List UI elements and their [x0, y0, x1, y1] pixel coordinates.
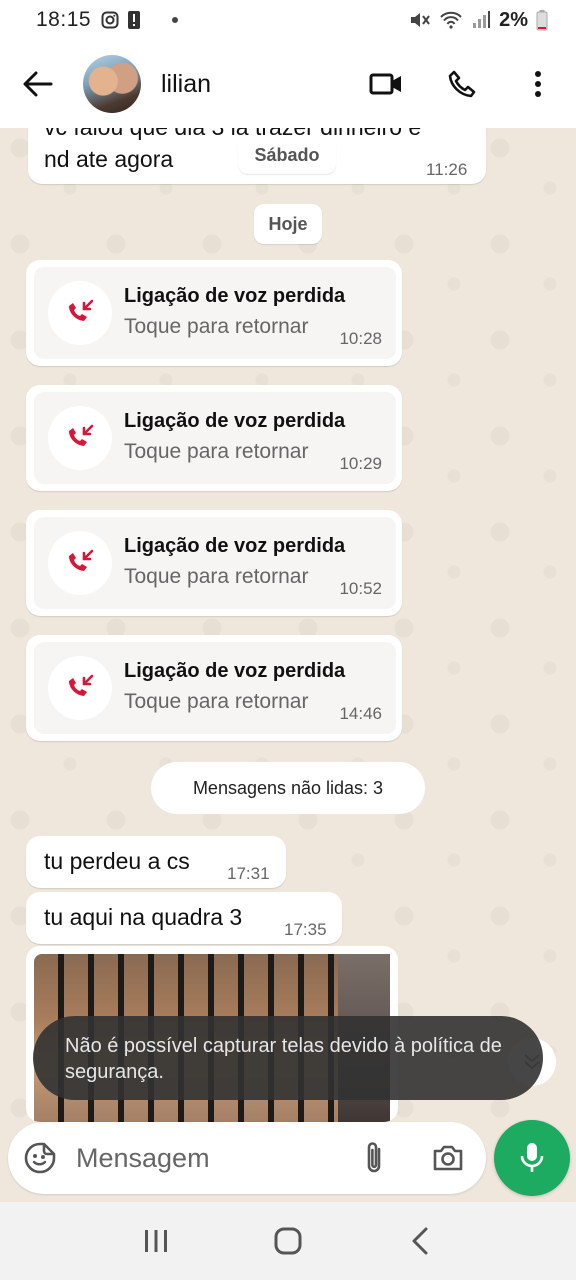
wifi-icon — [439, 10, 463, 30]
alert-icon — [127, 10, 141, 30]
message-bubble[interactable]: tu aqui na quadra 3 17:35 — [26, 892, 342, 944]
status-left-icons — [101, 10, 179, 30]
missed-call-time: 10:28 — [339, 329, 382, 348]
missed-call-bubble-2[interactable]: Ligação de voz perdida Toque para retorn… — [26, 385, 402, 491]
mute-icon — [409, 10, 431, 30]
home-icon — [274, 1227, 302, 1255]
missed-call-title: Ligação de voz perdida — [124, 285, 346, 307]
missed-call-title: Ligação de voz perdida — [124, 410, 346, 432]
contact-avatar[interactable] — [83, 55, 141, 113]
video-call-button[interactable] — [348, 40, 424, 128]
screenshot-blocked-toast: Não é possível capturar telas devido à p… — [33, 1016, 543, 1100]
missed-call-time: 10:29 — [339, 454, 382, 473]
missed-call-subtitle: Toque para retornar — [124, 690, 309, 713]
home-button[interactable] — [258, 1211, 318, 1271]
emoji-button[interactable] — [22, 1140, 58, 1176]
chevron-left-icon — [412, 1227, 428, 1255]
missed-call-icon — [69, 549, 94, 571]
message-bubble[interactable]: tu perdeu a cs 17:31 — [26, 836, 286, 888]
missed-call-subtitle: Toque para retornar — [124, 565, 309, 588]
missed-call-icon-circle — [48, 656, 112, 720]
contact-name[interactable]: lilian — [161, 70, 211, 99]
missed-call-icon-circle — [48, 281, 112, 345]
message-input[interactable] — [76, 1138, 326, 1178]
date-separator-hoje: Hoje — [254, 204, 322, 244]
microphone-icon — [520, 1143, 544, 1172]
message-time: 17:35 — [284, 920, 327, 939]
missed-call-bubble-3[interactable]: Ligação de voz perdida Toque para retorn… — [26, 510, 402, 616]
missed-call-icon-circle — [48, 531, 112, 595]
missed-call-icon-circle — [48, 406, 112, 470]
missed-call-title: Ligação de voz perdida — [124, 535, 346, 557]
recent-apps-button[interactable] — [126, 1211, 186, 1271]
missed-call-title: Ligação de voz perdida — [124, 660, 346, 682]
more-options-button[interactable] — [500, 40, 576, 128]
missed-call-icon — [69, 299, 94, 321]
message-time: 17:31 — [227, 864, 270, 883]
missed-call-subtitle: Toque para retornar — [124, 440, 309, 463]
recent-apps-icon — [145, 1230, 167, 1252]
back-nav-button[interactable] — [390, 1211, 450, 1271]
missed-call-subtitle: Toque para retornar — [124, 315, 309, 338]
missed-call-time: 14:46 — [339, 704, 382, 723]
status-bar: 18:15 2% — [0, 0, 576, 40]
header-actions — [348, 40, 576, 128]
instagram-icon — [101, 11, 119, 29]
status-time: 18:15 — [36, 8, 92, 31]
message-composer — [8, 1122, 486, 1194]
missed-call-card[interactable]: Ligação de voz perdida Toque para retorn… — [34, 392, 396, 484]
signal-icon — [471, 10, 491, 30]
phone-icon — [448, 70, 476, 98]
status-right-icons: 2% — [409, 9, 548, 32]
chat-area[interactable]: vc falou que dia 3 ia trazer dinheiro e … — [0, 128, 576, 1122]
date-separator-sabado: Sábado — [238, 136, 336, 174]
unread-messages-separator: Mensagens não lidas: 3 — [151, 762, 425, 814]
missed-call-card[interactable]: Ligação de voz perdida Toque para retorn… — [34, 517, 396, 609]
battery-icon — [536, 9, 548, 31]
message-text: tu perdeu a cs — [44, 848, 190, 874]
camera-button[interactable] — [426, 1136, 470, 1180]
sticker-icon — [24, 1142, 56, 1174]
missed-call-time: 10:52 — [339, 579, 382, 598]
voice-record-button[interactable] — [494, 1120, 570, 1196]
video-camera-icon — [369, 73, 401, 95]
back-button[interactable] — [0, 40, 76, 128]
missed-call-bubble-4[interactable]: Ligação de voz perdida Toque para retorn… — [26, 635, 402, 741]
more-vert-icon — [535, 71, 541, 97]
battery-percent: 2% — [499, 8, 528, 31]
message-time: 11:26 — [426, 160, 468, 179]
attach-button[interactable] — [352, 1136, 396, 1180]
missed-call-card[interactable]: Ligação de voz perdida Toque para retorn… — [34, 642, 396, 734]
missed-call-icon — [69, 424, 94, 446]
voice-call-button[interactable] — [424, 40, 500, 128]
message-text: tu aqui na quadra 3 — [44, 904, 243, 930]
chat-header: lilian — [0, 40, 576, 128]
missed-call-bubble-1[interactable]: Ligação de voz perdida Toque para retorn… — [26, 260, 402, 366]
missed-call-icon — [69, 674, 94, 696]
arrow-left-icon — [23, 71, 53, 97]
missed-call-card[interactable]: Ligação de voz perdida Toque para retorn… — [34, 267, 396, 359]
notification-dot-icon — [149, 15, 179, 25]
paperclip-icon — [367, 1142, 381, 1173]
message-text-line2: nd ate agora — [44, 146, 174, 172]
camera-icon — [433, 1145, 463, 1171]
system-navigation-bar — [0, 1202, 576, 1280]
